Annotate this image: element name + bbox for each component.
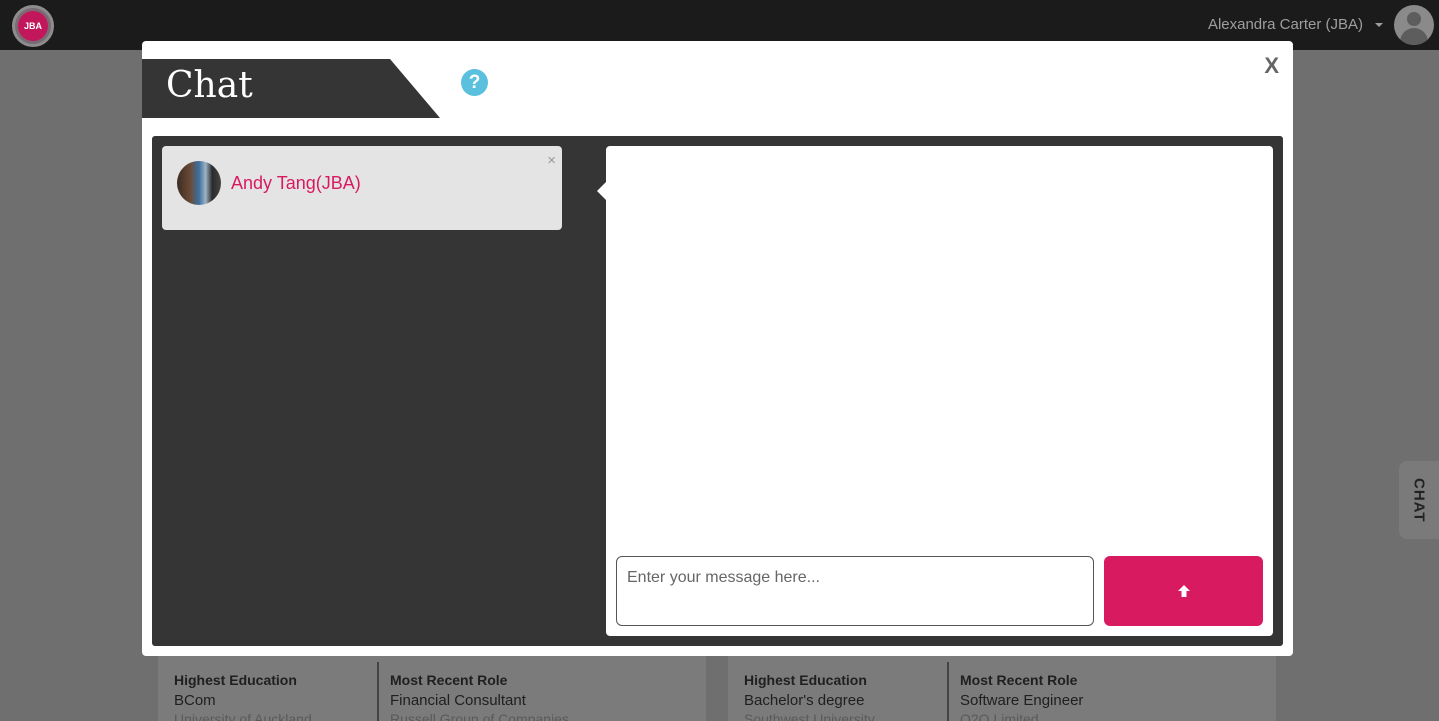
profile-card: Highest Education BCom University of Auc…: [158, 656, 706, 721]
role-sub: Russell Group of Companies: [390, 711, 569, 721]
education-sub: University of Auckland: [174, 711, 312, 721]
education-value: BCom: [174, 692, 216, 709]
role-label: Most Recent Role: [390, 672, 508, 688]
contact-name: Andy Tang(JBA): [231, 173, 361, 193]
send-button[interactable]: [1104, 556, 1263, 626]
user-avatar[interactable]: [1394, 5, 1434, 45]
role-value: Financial Consultant: [390, 692, 526, 709]
education-label: Highest Education: [744, 672, 867, 688]
close-contact-icon[interactable]: ×: [547, 152, 556, 169]
side-chat-label: CHAT: [1410, 477, 1428, 523]
avatar-body: [1400, 28, 1428, 45]
role-column: Most Recent Role Software Engineer O2O L…: [960, 672, 1083, 721]
education-value: Bachelor's degree: [744, 692, 865, 709]
chat-body: Andy Tang(JBA) ×: [152, 136, 1283, 646]
help-icon[interactable]: ?: [461, 69, 488, 96]
role-value: Software Engineer: [960, 692, 1084, 709]
message-panel: [597, 146, 1273, 636]
avatar-head: [1407, 12, 1421, 26]
education-sub: Southwest University: [744, 711, 875, 721]
logo-text: JBA: [18, 11, 48, 41]
user-menu[interactable]: Alexandra Carter (JBA): [1208, 16, 1383, 33]
education-label: Highest Education: [174, 672, 297, 688]
close-modal-button[interactable]: X: [1264, 53, 1279, 79]
message-input[interactable]: [616, 556, 1094, 626]
user-name: Alexandra Carter (JBA): [1207, 16, 1363, 33]
role-column: Most Recent Role Financial Consultant Ru…: [390, 672, 569, 721]
card-divider: [947, 662, 949, 721]
jba-logo[interactable]: JBA: [12, 5, 54, 47]
contact-avatar: [177, 161, 221, 205]
side-chat-tab[interactable]: CHAT: [1399, 461, 1439, 539]
arrow-up-icon: [1177, 585, 1190, 597]
chevron-down-icon: [1375, 22, 1383, 27]
modal-title-tab: Chat: [142, 59, 440, 118]
role-label: Most Recent Role: [960, 672, 1078, 688]
profile-card: Highest Education Bachelor's degree Sout…: [728, 656, 1276, 721]
education-column: Highest Education Bachelor's degree Sout…: [744, 672, 875, 721]
chat-modal: Chat ? X Andy Tang(JBA) ×: [142, 41, 1293, 656]
education-column: Highest Education BCom University of Auc…: [174, 672, 312, 721]
modal-title: Chat: [166, 65, 253, 106]
card-divider: [377, 662, 379, 721]
role-sub: O2O Limited: [960, 711, 1039, 721]
contact-item[interactable]: Andy Tang(JBA) ×: [162, 146, 562, 230]
